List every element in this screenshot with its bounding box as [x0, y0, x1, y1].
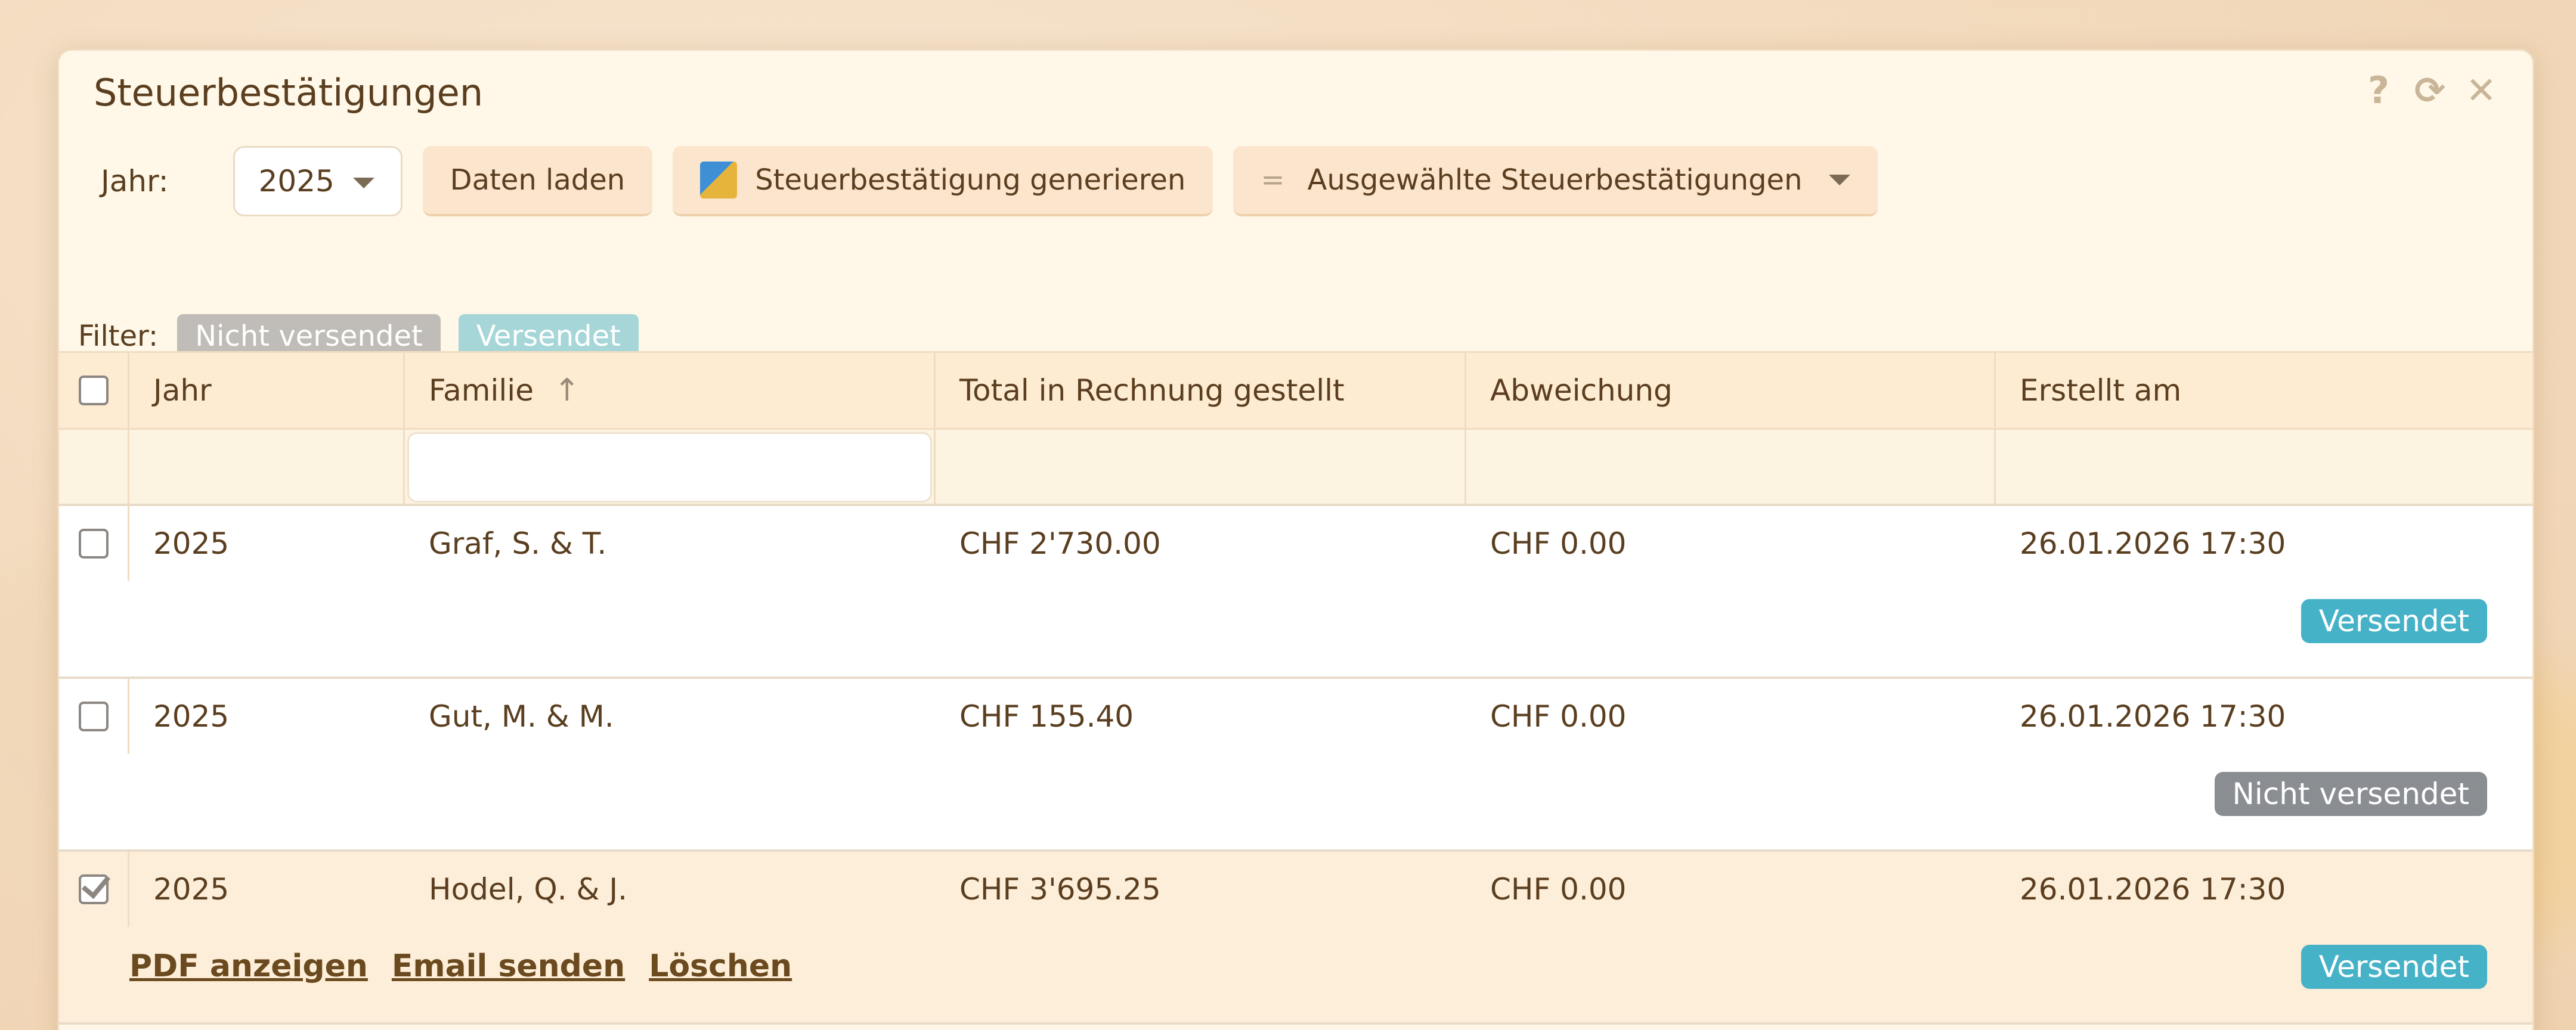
year-value: 2025 [258, 164, 335, 198]
window-controls: ? ⟳ ✕ [2361, 69, 2499, 112]
cell-family: Hodel, Q. & J. [429, 872, 628, 907]
row-actions: PDF anzeigen Email senden Löschen [129, 948, 792, 984]
generate-certificate-label: Steuerbestätigung generieren [755, 163, 1186, 197]
status-badge: Nicht versendet [2214, 772, 2487, 816]
table-header: Jahr Familie ↑ Total in Rechnung gestell… [59, 351, 2532, 430]
cell-deviation: CHF 0.00 [1490, 872, 1627, 907]
row-select-cell [59, 852, 129, 927]
selected-certificates-label: Ausgewählte Steuerbestätigungen [1307, 163, 1803, 197]
certificates-table: Jahr Familie ↑ Total in Rechnung gestell… [59, 351, 2532, 1025]
column-header-created[interactable]: Erstellt am [1996, 353, 2532, 428]
cell-year: 2025 [153, 872, 230, 907]
table-row[interactable]: 2025 Gut, M. & M. CHF 155.40 CHF 0.00 26… [59, 679, 2532, 852]
status-badge: Versendet [2301, 599, 2487, 643]
cell-created: 26.01.2026 17:30 [2020, 699, 2286, 734]
load-data-button[interactable]: Daten laden [422, 146, 653, 216]
equals-icon: = [1261, 163, 1285, 197]
table-row[interactable]: 2025 Graf, S. & T. CHF 2'730.00 CHF 0.00… [59, 506, 2532, 679]
filter-row [59, 430, 2532, 506]
filter-cell-select [59, 430, 129, 504]
filter-cell-created [1996, 430, 2532, 504]
column-header-family[interactable]: Familie ↑ [405, 353, 936, 428]
cell-family: Gut, M. & M. [429, 699, 614, 734]
sort-ascending-icon: ↑ [553, 373, 580, 408]
row-checkbox[interactable] [78, 529, 109, 559]
select-all-checkbox[interactable] [78, 376, 109, 405]
filter-cell-total [936, 430, 1466, 504]
cell-year: 2025 [153, 526, 230, 561]
year-label: Jahr: [101, 164, 169, 198]
column-header-deviation[interactable]: Abweichung [1466, 353, 1996, 428]
chevron-down-icon [352, 178, 374, 188]
filter-cell-family [405, 430, 936, 504]
column-header-family-label: Familie [429, 373, 534, 408]
select-all-cell [59, 353, 129, 428]
filter-cell-year [129, 430, 405, 504]
send-email-link[interactable]: Email senden [392, 948, 625, 984]
window-title: Steuerbestätigungen [94, 71, 484, 114]
refresh-icon[interactable]: ⟳ [2412, 69, 2448, 112]
cell-total: CHF 3'695.25 [959, 872, 1161, 907]
cell-total: CHF 2'730.00 [959, 526, 1161, 561]
row-select-cell [59, 679, 129, 754]
cell-total: CHF 155.40 [959, 699, 1134, 734]
selected-certificates-menu[interactable]: = Ausgewählte Steuerbestätigungen [1233, 146, 1878, 216]
load-data-label: Daten laden [450, 163, 626, 197]
delete-link[interactable]: Löschen [649, 948, 792, 984]
row-checkbox-checked[interactable] [78, 874, 109, 904]
generate-certificate-button[interactable]: Steuerbestätigung generieren [673, 146, 1213, 216]
tax-confirmations-window: Steuerbestätigungen ? ⟳ ✕ Jahr: 2025 Dat… [57, 49, 2534, 1030]
column-header-year[interactable]: Jahr [129, 353, 405, 428]
filter-cell-deviation [1466, 430, 1996, 504]
filter-label: Filter: [78, 319, 159, 353]
toolbar: Jahr: 2025 Daten laden Steuerbestätigung… [101, 145, 1898, 218]
year-select[interactable]: 2025 [233, 146, 402, 216]
column-header-total[interactable]: Total in Rechnung gestellt [936, 353, 1466, 428]
row-checkbox[interactable] [78, 702, 109, 731]
row-select-cell [59, 506, 129, 581]
show-pdf-link[interactable]: PDF anzeigen [129, 948, 368, 984]
cell-family: Graf, S. & T. [429, 526, 607, 561]
table-row-selected[interactable]: 2025 Hodel, Q. & J. CHF 3'695.25 CHF 0.0… [59, 852, 2532, 1025]
cell-deviation: CHF 0.00 [1490, 526, 1627, 561]
help-icon[interactable]: ? [2361, 69, 2397, 112]
family-filter-input[interactable] [407, 432, 932, 502]
cell-deviation: CHF 0.00 [1490, 699, 1627, 734]
cell-year: 2025 [153, 699, 230, 734]
status-badge: Versendet [2301, 945, 2487, 989]
cell-created: 26.01.2026 17:30 [2020, 872, 2286, 907]
cell-created: 26.01.2026 17:30 [2020, 526, 2286, 561]
chevron-down-icon [1828, 175, 1850, 185]
close-icon[interactable]: ✕ [2463, 69, 2499, 112]
certificate-icon [700, 162, 738, 198]
